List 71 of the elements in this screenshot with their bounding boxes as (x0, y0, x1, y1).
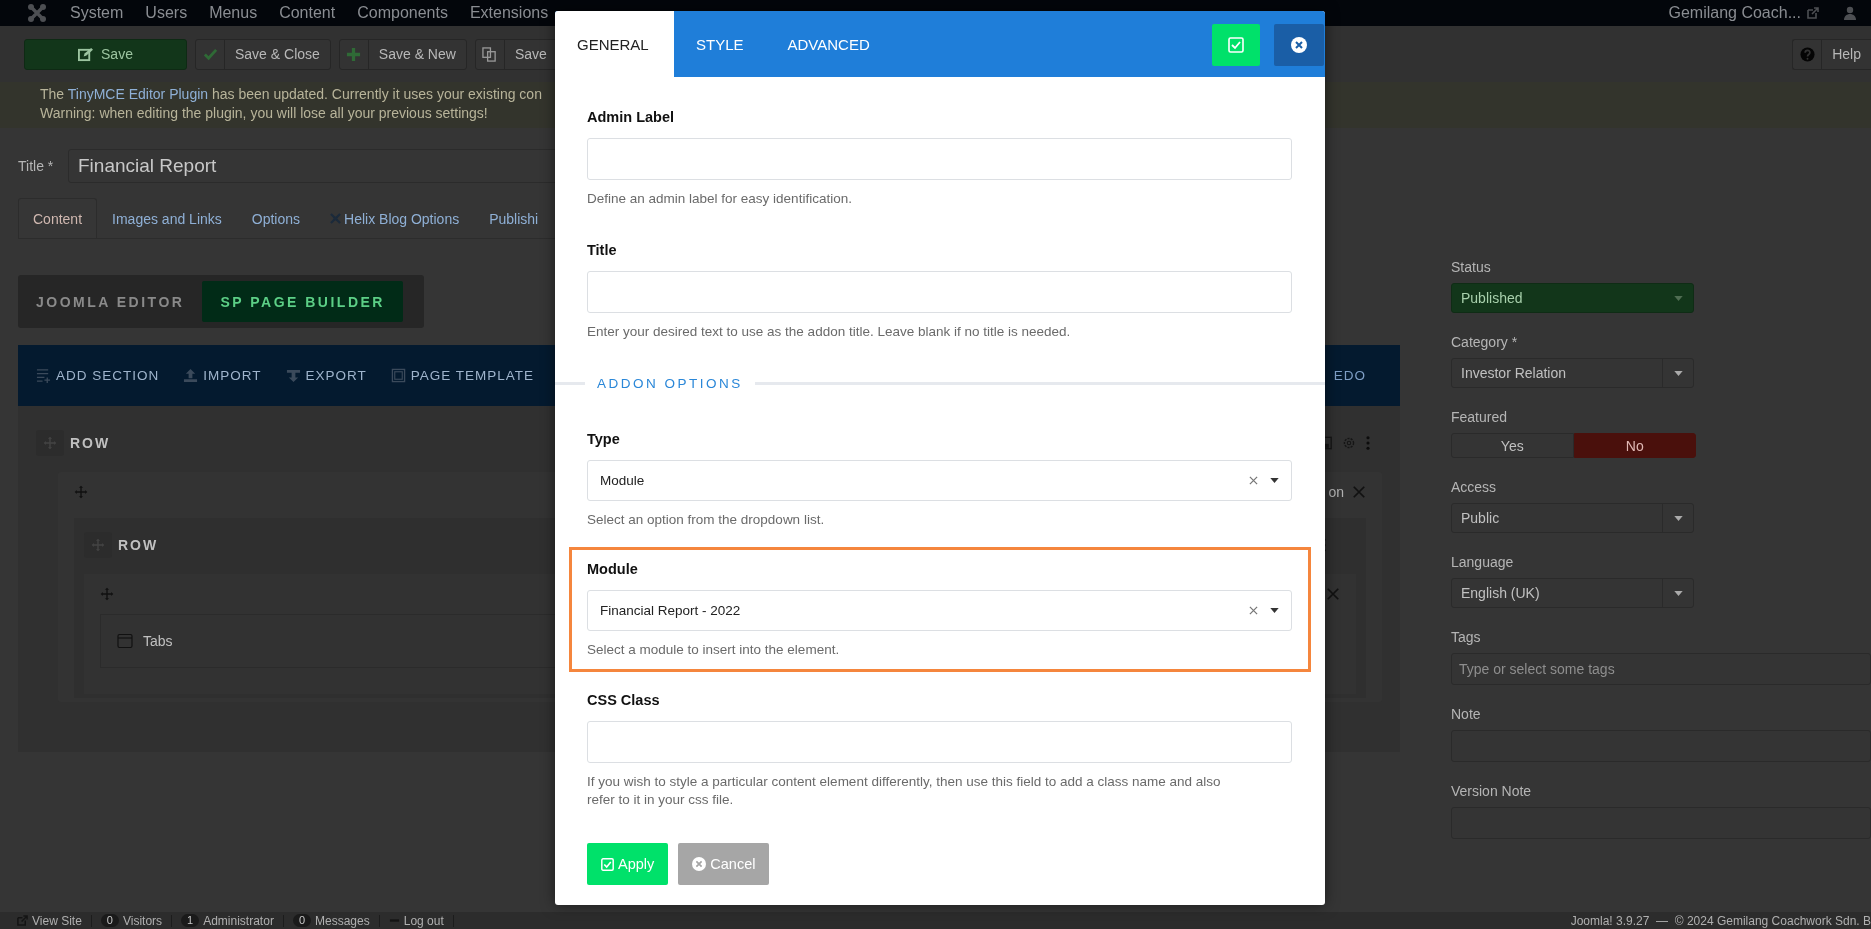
help-text: Select a module to insert into the element. (587, 641, 841, 659)
status-text[interactable]: Administrator (203, 913, 274, 928)
field-label: CSS Class (587, 692, 661, 709)
toolbar-button[interactable]: Save (474, 38, 558, 70)
alert-warning: Warning: when editing the plugin, you will lose all your previous settings! (40, 104, 488, 123)
toolbar-action[interactable]: PAGE TEMPLATE (390, 368, 535, 383)
status-text[interactable]: Visitors (122, 913, 163, 928)
select-field[interactable]: Investor Relation (1451, 358, 1694, 388)
select-field[interactable]: Module (587, 460, 1292, 501)
field-label: Category * (1451, 334, 1519, 350)
field-label: Title (587, 242, 618, 259)
status-text[interactable]: Messages (315, 913, 370, 928)
field-label: Note (1451, 706, 1482, 722)
field-label: Module (587, 561, 639, 578)
help-text: Enter your desired text to use as the addon title. Leave blank if no title is needed. (587, 323, 1072, 341)
count-badge: 1 (181, 914, 200, 927)
field-label: Language (1451, 554, 1515, 570)
count-badge: 0 (292, 914, 311, 927)
copyright-text: Joomla! 3.9.27 — © 2024 Gemilang Coachwork Sdn. B (1570, 913, 1871, 928)
menu-item[interactable]: Content (279, 3, 336, 23)
tab[interactable]: STYLE (674, 11, 766, 77)
plugin-link[interactable]: TinyMCE Editor Plugin (67, 86, 209, 102)
field-label: Access (1451, 479, 1498, 495)
select-field[interactable]: Public (1451, 503, 1694, 533)
tab[interactable]: GENERAL (555, 11, 674, 77)
help-button[interactable]: Help (1792, 38, 1871, 70)
toolbar-action[interactable]: EXPORT (285, 368, 367, 383)
field-label: Status (1451, 259, 1492, 275)
tab[interactable]: Options (236, 198, 316, 238)
menu-item[interactable]: System (70, 3, 124, 23)
site-link[interactable]: Gemilang Coach... (1668, 4, 1801, 22)
menu-item[interactable]: Extensions (469, 3, 549, 23)
field-label: Tags (1451, 629, 1482, 645)
help-text: Select an option from the dropdown list. (587, 511, 826, 529)
save-button[interactable]: Save (24, 38, 187, 70)
status-link[interactable]: View Site (32, 913, 82, 928)
editor-toggle[interactable]: SP PAGE BUILDER (202, 281, 403, 322)
count-badge: 0 (100, 914, 119, 927)
select-field[interactable]: Financial Report - 2022 (587, 590, 1292, 631)
select-field[interactable]: English (UK) (1451, 578, 1694, 608)
field-label: Featured (1451, 409, 1509, 425)
toggle-option[interactable]: Yes (1451, 433, 1574, 458)
row-label: ROW (118, 537, 159, 553)
menu-item[interactable]: Users (145, 3, 188, 23)
toolbar-action[interactable]: ADD SECTION (36, 368, 160, 383)
help-text: If you wish to style a particular content element differently, then use this field to add a class name and also refer to it in your css file. (587, 773, 1222, 809)
toolbar-action[interactable]: IMPORT (183, 368, 262, 383)
field-label: Version Note (1451, 783, 1533, 799)
tab[interactable]: Publishi (474, 198, 554, 238)
status-select[interactable]: Published (1451, 283, 1694, 313)
tab[interactable]: Images and Links (97, 198, 237, 238)
alert-message: The TinyMCE Editor Plugin has been updated. Currently it uses your existing con (40, 85, 542, 104)
field-label: Admin Label (587, 109, 675, 126)
status-link[interactable]: Log out (403, 913, 444, 928)
row-label: ROW (70, 435, 111, 451)
menu-item[interactable]: Menus (209, 3, 258, 23)
editor-toggle[interactable]: JOOMLA EDITOR (18, 281, 203, 322)
menu-item[interactable]: Components (357, 3, 448, 23)
tags-field[interactable]: Type or select some tags (1451, 653, 1871, 685)
help-text: Define an admin label for easy identification. (587, 190, 853, 208)
toggle-option[interactable]: No (1573, 433, 1696, 458)
field-label: Type (587, 431, 621, 448)
tab[interactable]: ADVANCED (765, 11, 892, 77)
tab[interactable]: Helix Blog Options (315, 198, 475, 238)
field-label: Title * (18, 158, 55, 174)
section-heading: ADDON OPTIONS (597, 375, 743, 391)
toolbar-button[interactable]: Save & New (338, 38, 467, 70)
column-label: on (1328, 484, 1344, 500)
toolbar-action[interactable]: EDO (1333, 368, 1366, 383)
toolbar-button[interactable]: Save & Close (195, 38, 331, 70)
tab[interactable]: Content (18, 198, 98, 238)
